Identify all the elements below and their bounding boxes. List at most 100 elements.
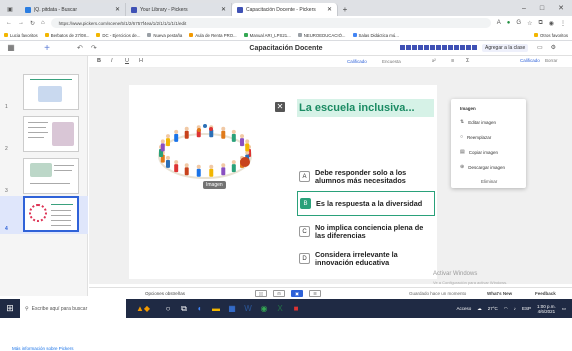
chrome-icon[interactable]: ◉ (256, 299, 272, 318)
add-slide-button[interactable]: + (25, 43, 69, 54)
superscript-button[interactable]: x² (432, 58, 436, 63)
slide-thumbnail-3[interactable]: 3 (0, 158, 88, 196)
slide-preview (23, 74, 79, 110)
bookmark-item[interactable]: Aula de Renta PRO... (189, 33, 237, 38)
grid-view-icon[interactable]: ▦ (5, 42, 17, 54)
header-icons: ▭ ⚙ (537, 44, 556, 51)
bookmark-item[interactable]: Lucia favoritos (4, 33, 38, 38)
edge-icon[interactable]: ◐ (192, 299, 208, 318)
close-tab-icon[interactable]: ✕ (327, 6, 332, 13)
undo-icon[interactable]: ↶ (77, 44, 83, 52)
file-explorer-icon[interactable]: ▬ (208, 299, 224, 318)
bookmark-item[interactable]: NEUROEDUCACIÓ... (297, 33, 346, 38)
star-icon[interactable]: ☆ (527, 20, 532, 27)
slide-progress-indicator (400, 45, 477, 50)
browser-tab-2[interactable]: Your Library - Pickers ✕ (126, 3, 232, 16)
tab-actions-icon[interactable]: ▣ (0, 3, 20, 16)
forward-icon[interactable]: → (18, 20, 24, 26)
share-icon[interactable]: ⚙ (551, 44, 556, 51)
store-icon[interactable]: ▦ (224, 299, 240, 318)
whats-new-link[interactable]: What's New (487, 291, 512, 296)
menu-item-replace[interactable]: ○ Reemplazar (460, 134, 491, 140)
slide-thumbnail-1[interactable]: 1 (0, 74, 88, 112)
layout-view-4-icon[interactable]: ☰ (309, 290, 321, 297)
url-input[interactable]: https://www.pickers.com/scene/5/1/2/6757… (50, 18, 491, 28)
home-icon[interactable]: ⌂ (41, 20, 45, 26)
menu-item-copy-image[interactable]: ▤ Copiar imagen (460, 149, 498, 155)
back-icon[interactable]: ← (6, 20, 12, 26)
slide-thumbnail-4[interactable]: 4 (0, 196, 88, 234)
excel-icon[interactable]: X (272, 299, 288, 318)
close-tab-icon[interactable]: ✕ (115, 6, 120, 13)
clock[interactable]: 1:00 p.m. 4/6/2021 (537, 304, 556, 314)
slide-number: 2 (5, 146, 8, 152)
menu-item-download-image[interactable]: ⊕ Descargar imagen (460, 164, 505, 170)
options-button[interactable]: Opciones obstreñas (145, 291, 185, 296)
word-icon[interactable]: W (240, 299, 256, 318)
bookmark-item[interactable]: Salas Didáctica mú... (352, 33, 399, 38)
tab-calificado[interactable]: Calificado (347, 59, 367, 64)
menu-item-edit-image[interactable]: ⇅ Editar imagen (460, 119, 496, 125)
volume-icon[interactable]: ♪ (514, 306, 516, 311)
extension-icon[interactable]: ● (507, 20, 511, 26)
slide-thumbnail-2[interactable]: 2 (0, 116, 88, 154)
question-title[interactable]: La escuela inclusiva... (297, 99, 434, 117)
menu-item-delete[interactable]: Eliminar (481, 179, 497, 184)
reload-icon[interactable]: ↻ (30, 20, 35, 27)
answer-option-b[interactable]: B Es la respuesta a la diversidad (297, 191, 435, 216)
heading-button[interactable]: H (139, 58, 143, 64)
bold-button[interactable]: B (97, 58, 101, 64)
notifications-icon[interactable]: ▭ (562, 306, 566, 312)
language-indicator[interactable]: ESP (522, 306, 531, 311)
layout-view-3-icon[interactable]: ▣ (291, 290, 303, 297)
maximize-icon[interactable]: □ (540, 5, 544, 12)
google-icon[interactable]: G (516, 20, 521, 26)
answer-option-c[interactable]: C No implica conciencia plena de las dif… (297, 219, 435, 244)
bookmark-item[interactable]: Nueva pestaña (147, 33, 182, 38)
profile-icon[interactable]: ◉ (549, 20, 554, 27)
option-letter: C (299, 226, 310, 237)
present-icon[interactable]: ▭ (537, 44, 543, 51)
taskbar-search-input[interactable]: ⚲ Escribe aquí para buscar (20, 299, 126, 318)
browser-tab-3[interactable]: Capacitación Docente - Pickers ✕ (232, 3, 338, 16)
underline-button[interactable]: U (125, 58, 129, 64)
taskbar-widget-icon[interactable]: ▲◆ (126, 299, 160, 318)
bookmark-item[interactable]: Otros favoritos (534, 33, 568, 38)
bookmark-item[interactable]: DC - Ejercicios de... (96, 33, 140, 38)
close-tab-icon[interactable]: ✕ (221, 6, 226, 13)
add-to-class-button[interactable]: Agregar a la clase (482, 44, 529, 52)
windows-start-icon[interactable]: ⊞ (0, 299, 20, 318)
task-switch-icon[interactable]: ⧉ (176, 299, 192, 318)
formula-button[interactable]: Σ (466, 58, 469, 64)
extensions-icon[interactable]: ⧉ (538, 20, 542, 27)
answer-option-a[interactable]: A Debe responder solo a los alumnos más … (297, 164, 435, 189)
close-window-icon[interactable]: ✕ (558, 4, 564, 12)
browser-tab-1[interactable]: |Q. pitdata - Buscar ✕ (20, 3, 126, 16)
new-tab-button[interactable]: + (338, 3, 352, 16)
layout-view-2-icon[interactable]: ⊟ (273, 290, 285, 297)
bookmark-item[interactable]: Berbatos de 27/08... (44, 33, 89, 38)
delete-element-button[interactable]: ✕ (275, 102, 285, 112)
weather-icon[interactable]: ☁ (477, 306, 482, 312)
translate-icon[interactable]: A (497, 20, 501, 26)
feedback-link[interactable]: Feedback (535, 291, 556, 296)
bookmark-item[interactable]: Manual ARI_LPS21... (243, 33, 291, 38)
redo-icon[interactable]: ↷ (91, 44, 97, 52)
app-icon[interactable]: ■ (288, 299, 304, 318)
answer-option-d[interactable]: D Considera irrelevante la innovación ed… (297, 246, 435, 271)
more-info-link[interactable]: Más información sobre Pickers (12, 346, 74, 351)
align-icon[interactable]: ≡ (451, 58, 454, 64)
tab-encuesta[interactable]: Encuesta (382, 59, 401, 64)
child-head (221, 163, 226, 168)
child-figure (184, 167, 189, 176)
wifi-icon[interactable]: ◠ (504, 306, 508, 312)
minimize-icon[interactable]: – (522, 5, 526, 12)
erase-button[interactable]: Borrar (545, 58, 558, 63)
layout-view-1-icon[interactable]: ▯▯ (255, 290, 267, 297)
task-view-icon[interactable]: ○ (160, 299, 176, 318)
menu-item-label: Copiar imagen (468, 149, 498, 155)
tab-calificado-right[interactable]: Calificado (520, 58, 540, 63)
italic-button[interactable]: I (111, 58, 113, 64)
menu-icon[interactable]: ⋮ (560, 20, 566, 27)
slide-image[interactable] (147, 116, 263, 186)
